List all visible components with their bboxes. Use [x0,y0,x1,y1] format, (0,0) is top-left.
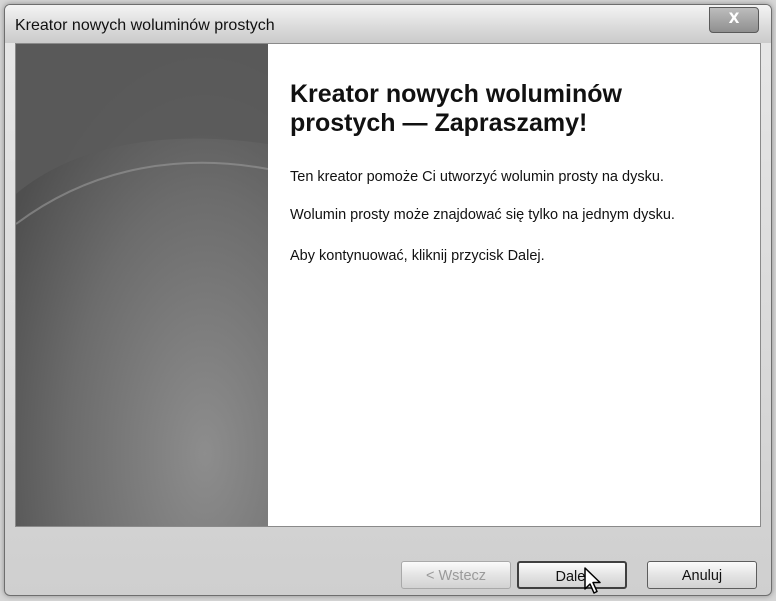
wizard-window: Kreator nowych woluminów prostych X Krea… [4,4,772,596]
wizard-side-banner [16,44,268,526]
close-button[interactable]: X [709,7,759,33]
close-icon: X [728,11,740,27]
back-button[interactable]: < Wstecz [401,561,511,589]
cancel-button[interactable]: Anuluj [647,561,757,589]
window-title: Kreator nowych woluminów prostych [15,17,275,34]
wizard-footer: < Wstecz Dalej Anuluj [5,525,771,595]
wizard-text-panel: Kreator nowych woluminów prostych — Zapr… [284,44,754,526]
intro-paragraph: Ten kreator pomoże Ci utworzyć wolumin p… [290,169,664,185]
info-paragraph: Wolumin prosty może znajdować się tylko … [290,207,675,223]
next-button[interactable]: Dalej [517,561,627,589]
title-bar[interactable]: Kreator nowych woluminów prostych X [5,5,771,43]
wizard-content: Kreator nowych woluminów prostych — Zapr… [15,43,761,527]
page-title: Kreator nowych woluminów prostych — Zapr… [290,80,622,137]
instruction-paragraph: Aby kontynuować, kliknij przycisk Dalej. [290,248,545,264]
banner-graphic [16,44,268,526]
